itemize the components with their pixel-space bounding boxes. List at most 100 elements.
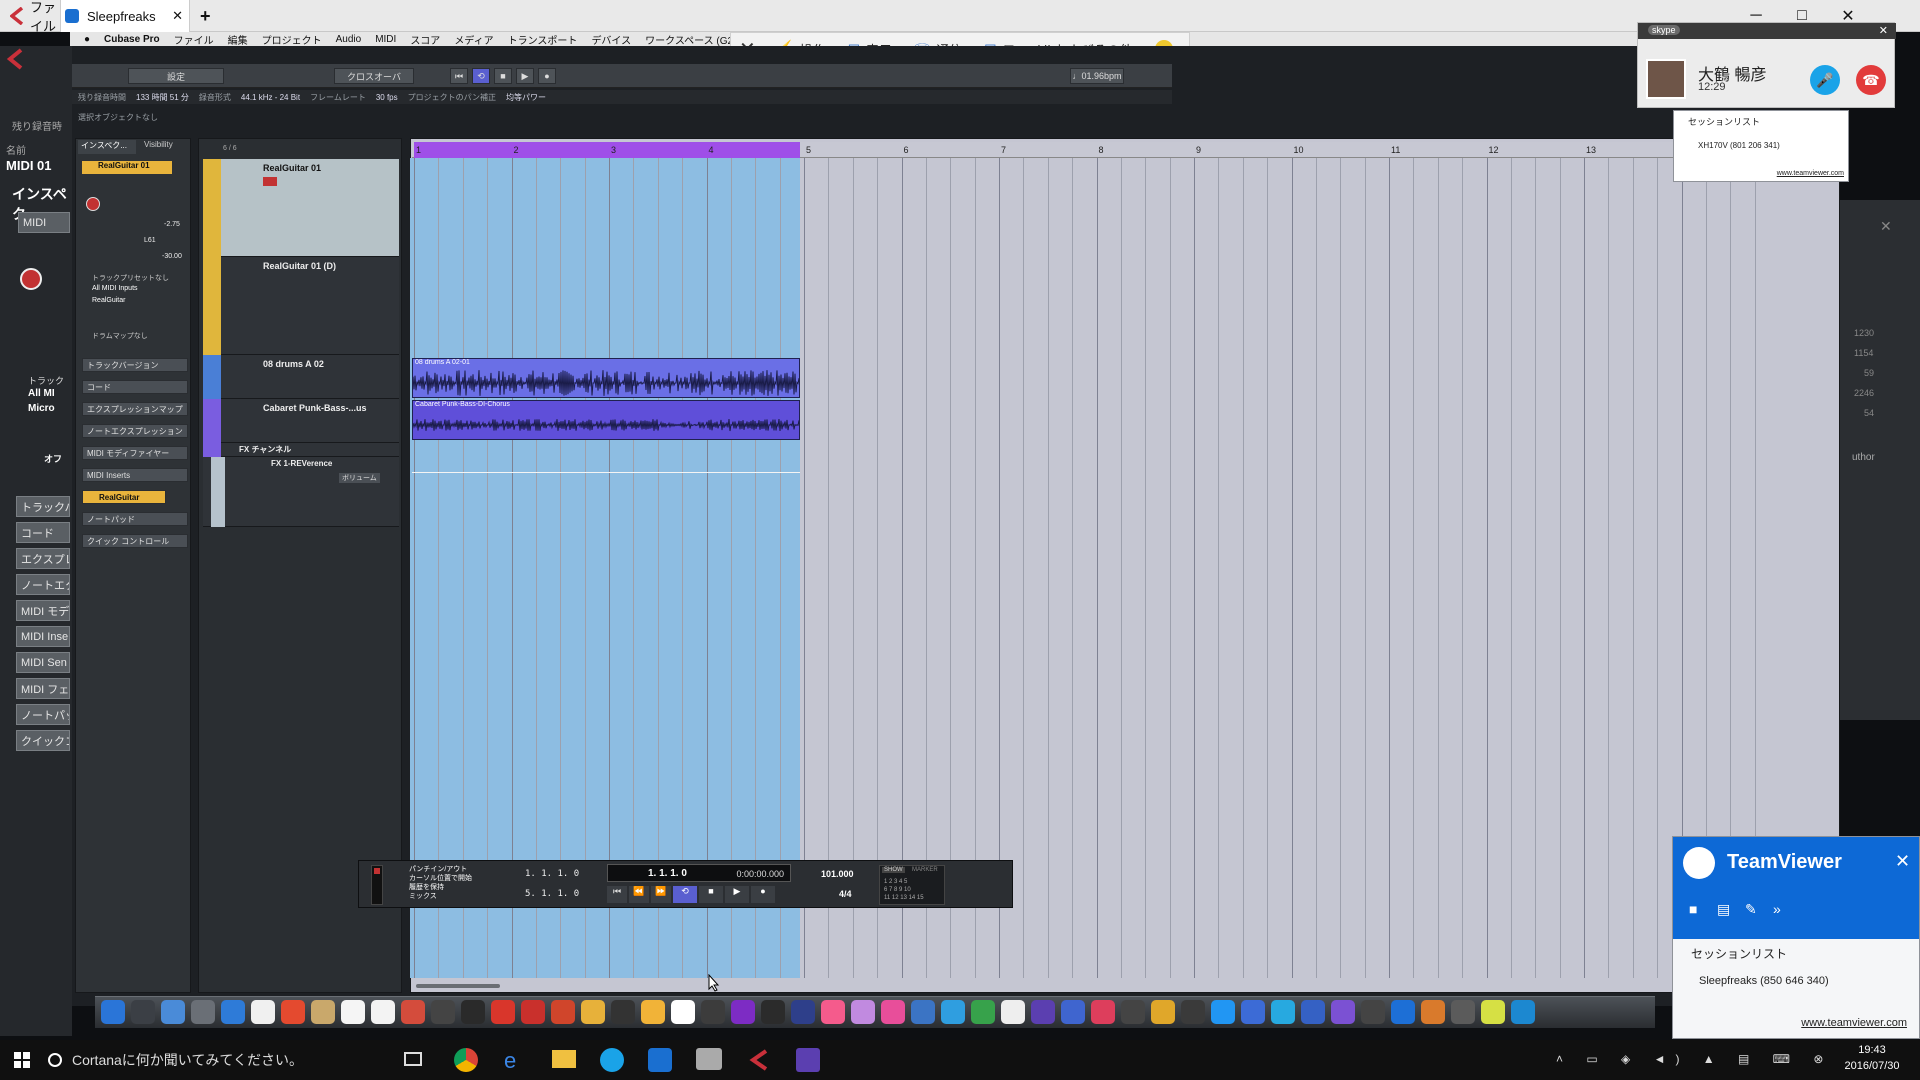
- midi-button[interactable]: MIDI: [18, 212, 70, 233]
- event-bass[interactable]: Cabaret Punk-Bass-DI-Chorus: [412, 400, 800, 440]
- dock-app-icon[interactable]: [251, 1000, 275, 1024]
- toolbar-btn-setup[interactable]: 設定: [128, 68, 224, 84]
- menu-midi[interactable]: MIDI: [375, 34, 396, 45]
- section-note-expression[interactable]: ノートエクスプレッション: [82, 424, 188, 438]
- fx-volume[interactable]: ボリューム: [339, 473, 380, 483]
- apple-icon[interactable]: ●: [84, 34, 90, 45]
- section-expression-map[interactable]: エクスプレッションマップ: [82, 402, 188, 416]
- menu-project[interactable]: プロジェクト: [262, 32, 322, 47]
- skype-close-button[interactable]: ✕: [1879, 24, 1888, 37]
- track-realguitar[interactable]: RealGuitar 01: [203, 159, 399, 257]
- windows-start-icon[interactable]: [14, 1052, 30, 1068]
- teamviewer-link[interactable]: www.teamviewer.com: [1777, 170, 1844, 177]
- menu-transport[interactable]: トランスポート: [508, 32, 578, 47]
- left-btn-midi-fader[interactable]: MIDI フェ: [16, 678, 70, 699]
- dock-app-icon[interactable]: [1061, 1000, 1085, 1024]
- left-btn-midi-modifier[interactable]: MIDI モデ: [16, 600, 70, 621]
- toolbar-btn-mode[interactable]: クロスオーバ: [334, 68, 414, 84]
- dock-app-icon[interactable]: [101, 1000, 125, 1024]
- dock-app-icon[interactable]: [1151, 1000, 1175, 1024]
- dock-app-icon[interactable]: [611, 1000, 635, 1024]
- mute-button[interactable]: 🎤: [1810, 65, 1840, 95]
- dock-app-icon[interactable]: [1241, 1000, 1265, 1024]
- dock-app-icon[interactable]: [1421, 1000, 1445, 1024]
- go-start-button[interactable]: ⏮: [607, 886, 627, 903]
- dock-app-icon[interactable]: [821, 1000, 845, 1024]
- dock-app-icon[interactable]: [371, 1000, 395, 1024]
- event-drums[interactable]: 08 drums A 02-01: [412, 358, 800, 398]
- cycle-button[interactable]: ⟲: [472, 68, 490, 84]
- menu-edit[interactable]: 編集: [228, 32, 248, 47]
- dock-app-icon[interactable]: [671, 1000, 695, 1024]
- menu-devices[interactable]: デバイス: [591, 32, 631, 47]
- left-btn-trackversion[interactable]: トラックバ: [16, 496, 70, 517]
- left-btn-chord[interactable]: コード: [16, 522, 70, 543]
- dock-app-icon[interactable]: [1271, 1000, 1295, 1024]
- video-icon[interactable]: ■: [1689, 901, 1697, 917]
- menu-app[interactable]: Cubase Pro: [104, 34, 160, 45]
- dock-app-icon[interactable]: [1031, 1000, 1055, 1024]
- horizontal-scrollbar[interactable]: [416, 984, 500, 988]
- menu-file[interactable]: ファイル: [174, 32, 214, 47]
- chrome-icon[interactable]: [454, 1048, 478, 1072]
- dock-app-icon[interactable]: [521, 1000, 545, 1024]
- dock-app-icon[interactable]: [701, 1000, 725, 1024]
- dock-app-icon[interactable]: [461, 1000, 485, 1024]
- forward-button[interactable]: ⏩: [651, 886, 671, 903]
- drum-map[interactable]: ドラムマップなし: [92, 331, 148, 341]
- dock-app-icon[interactable]: [1001, 1000, 1025, 1024]
- inspector-record-icon[interactable]: [86, 197, 100, 211]
- track-bass[interactable]: Cabaret Punk-Bass-...us: [203, 399, 399, 443]
- dock-app-icon[interactable]: [941, 1000, 965, 1024]
- record-arm-icon[interactable]: [263, 177, 277, 186]
- dock-app-icon[interactable]: [1301, 1000, 1325, 1024]
- explorer-icon[interactable]: [552, 1050, 576, 1068]
- left-btn-expression[interactable]: エクスプレ: [16, 548, 70, 569]
- stop-button[interactable]: ■: [494, 68, 512, 84]
- session-entry[interactable]: XH170V (801 206 341): [1698, 141, 1780, 150]
- tab-sleepfreaks[interactable]: Sleepfreaks ✕: [60, 0, 190, 32]
- dock-app-icon[interactable]: [221, 1000, 245, 1024]
- record-toolbar-button[interactable]: ●: [538, 68, 556, 84]
- play-transport-button[interactable]: ▶: [725, 886, 749, 903]
- left-locator[interactable]: 1. 1. 1. 0: [525, 869, 579, 879]
- dock-app-icon[interactable]: [1481, 1000, 1505, 1024]
- track-drums[interactable]: 08 drums A 02: [203, 355, 399, 399]
- rewind-button[interactable]: ⏮: [450, 68, 468, 84]
- section-quick-control[interactable]: クイック コントロール: [82, 534, 188, 548]
- dock-app-icon[interactable]: [971, 1000, 995, 1024]
- skype-taskbar-icon[interactable]: [600, 1048, 624, 1072]
- midi-output[interactable]: RealGuitar: [92, 297, 125, 304]
- menu-audio[interactable]: Audio: [336, 34, 362, 45]
- dock-app-icon[interactable]: [191, 1000, 215, 1024]
- dock-app-icon[interactable]: [1121, 1000, 1145, 1024]
- record-button[interactable]: [20, 268, 42, 290]
- files-icon[interactable]: ▤: [1717, 901, 1730, 918]
- teamviewer-taskbar-icon[interactable]: [648, 1048, 672, 1072]
- dock-app-icon[interactable]: [1331, 1000, 1355, 1024]
- left-btn-midi-sends[interactable]: MIDI Sen: [16, 652, 70, 673]
- tv-teamviewer-link[interactable]: www.teamviewer.com: [1801, 1017, 1907, 1029]
- edge-icon[interactable]: e: [504, 1048, 516, 1074]
- cortana-search[interactable]: Cortanaに何か聞いてみてください。: [48, 1048, 388, 1072]
- show-label[interactable]: SHOW: [882, 867, 905, 873]
- section-midi-inserts[interactable]: MIDI Inserts: [82, 468, 188, 482]
- task-view-icon[interactable]: [404, 1052, 422, 1066]
- app-taskbar-icon[interactable]: [696, 1048, 722, 1070]
- dock-app-icon[interactable]: [581, 1000, 605, 1024]
- dock-app-icon[interactable]: [131, 1000, 155, 1024]
- record-transport-button[interactable]: ●: [751, 886, 775, 903]
- dock-app-icon[interactable]: [1391, 1000, 1415, 1024]
- dock-app-icon[interactable]: [641, 1000, 665, 1024]
- menu-score[interactable]: スコア: [410, 32, 440, 47]
- inspector-tab[interactable]: インスペク...: [78, 140, 136, 154]
- midi-input[interactable]: All MIDI Inputs: [92, 285, 138, 292]
- left-btn-note-expression[interactable]: ノートエク: [16, 574, 70, 595]
- dock-app-icon[interactable]: [311, 1000, 335, 1024]
- track-fx-folder[interactable]: FX チャンネル: [203, 443, 399, 457]
- play-button[interactable]: ▶: [516, 68, 534, 84]
- dock-app-icon[interactable]: [1211, 1000, 1235, 1024]
- left-btn-quick-control[interactable]: クイックコ: [16, 730, 70, 751]
- left-btn-midi-inserts[interactable]: MIDI Inse: [16, 626, 70, 647]
- hangup-button[interactable]: ☎: [1856, 65, 1886, 95]
